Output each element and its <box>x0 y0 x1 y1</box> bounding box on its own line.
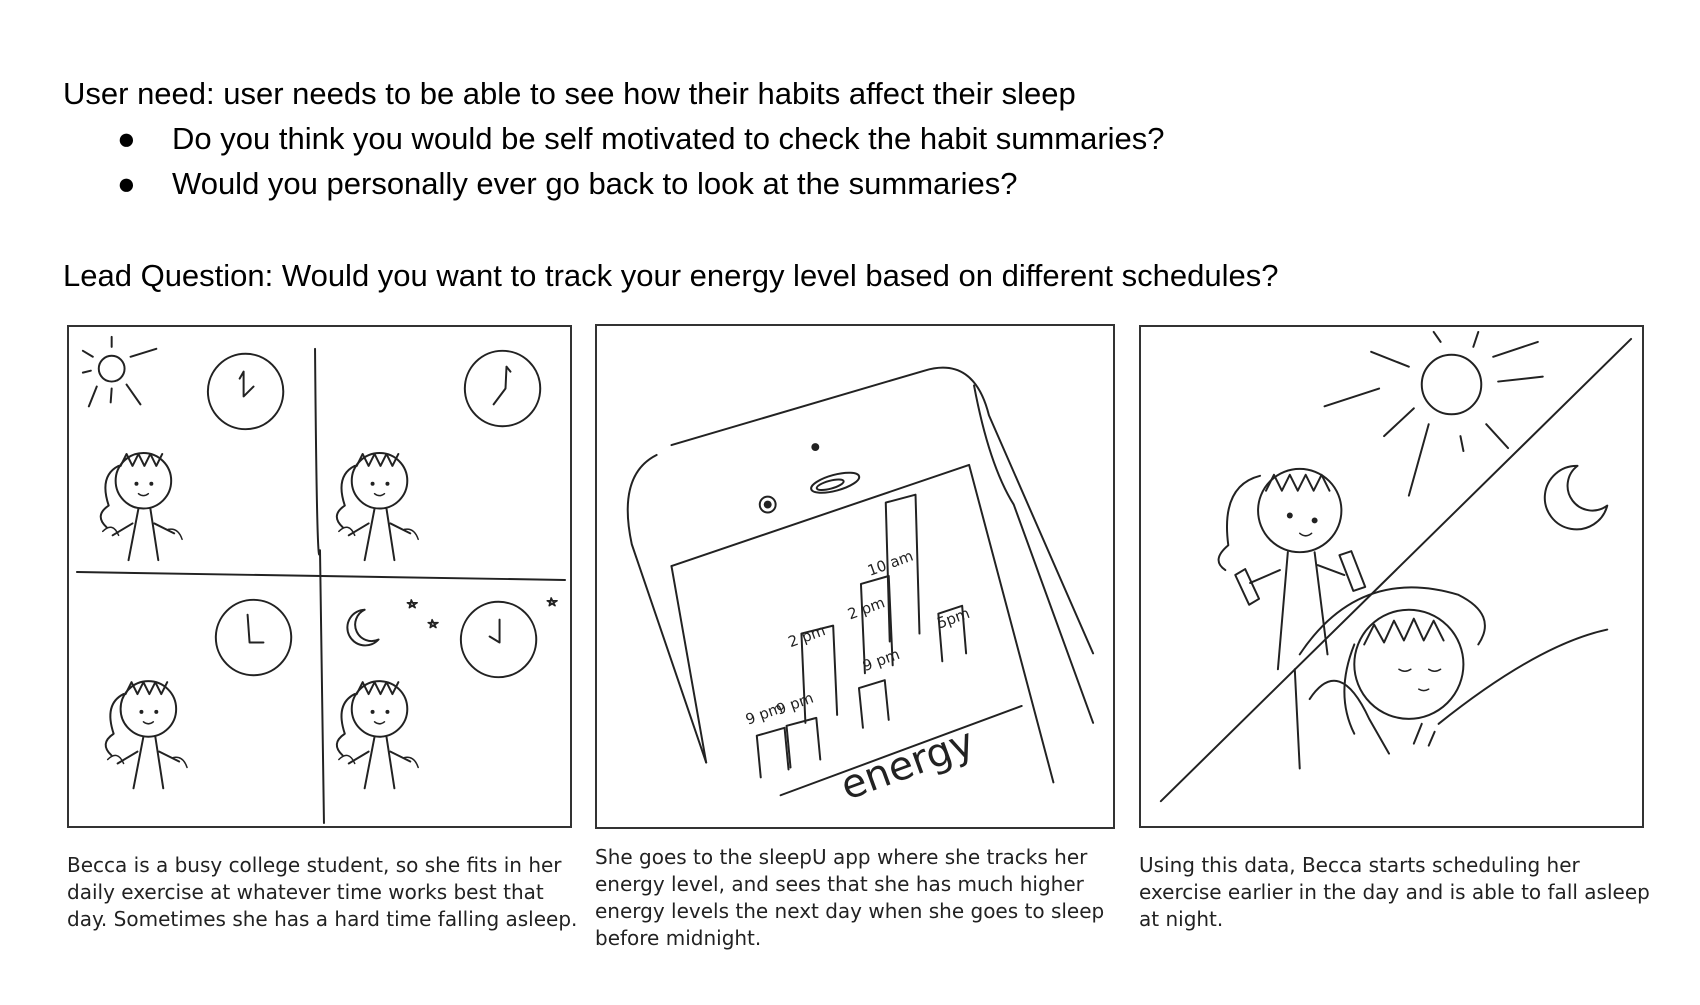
storyboard-panel-1 <box>67 325 572 828</box>
clock-icon <box>463 349 542 428</box>
storyboard-panel-2: 9 pm 9 pm 2 pm 9 pm 2 pm 10 am 5pm energy <box>595 324 1115 829</box>
panel-2-sketch: 9 pm9 pm2 pm9 pm2 pm10 am5pm energy <box>626 366 1095 810</box>
sleeping-girl-figure <box>1293 586 1609 770</box>
energy-bar-label: 10 am <box>865 547 916 580</box>
panel-1-caption: Becca is a busy college student, so she … <box>67 853 578 931</box>
moon-icon <box>1543 464 1609 531</box>
energy-axis-label: energy <box>835 719 981 810</box>
bullet-text: Do you think you would be self motivated… <box>172 121 1165 156</box>
moon-icon <box>346 608 380 647</box>
sun-icon <box>1323 330 1544 497</box>
energy-bar <box>755 726 790 779</box>
lead-question-text: Lead Question: Would you want to track y… <box>63 258 1279 293</box>
girl-figure <box>335 451 419 562</box>
girl-figure <box>1217 467 1367 671</box>
energy-bar <box>857 679 890 729</box>
energy-bar-label: 9 pm <box>860 645 902 675</box>
user-need-text: User need: user needs to be able to see … <box>63 76 1076 111</box>
girl-figure <box>99 451 183 562</box>
energy-bar-label: 9 pm <box>774 689 816 719</box>
panel-3-sketch <box>1159 330 1633 803</box>
storyboard-panel-3 <box>1139 325 1644 828</box>
energy-bar <box>785 716 822 769</box>
diagonal-divider <box>1159 337 1633 803</box>
bullet-dot: ● <box>117 166 136 201</box>
quadrant-divider-vertical <box>314 347 325 825</box>
energy-bar-label: 2 pm <box>845 593 887 623</box>
clock-icon <box>206 352 285 431</box>
bullet-text: Would you personally ever go back to loo… <box>172 166 1018 201</box>
energy-bar-label: 2 pm <box>786 621 828 651</box>
clock-icon <box>214 598 293 677</box>
clock-icon <box>459 600 538 679</box>
star-icon <box>427 618 439 629</box>
panel-1-sketch <box>75 335 567 825</box>
phone-camera <box>811 443 820 452</box>
star-icon <box>546 597 558 607</box>
sun-icon <box>81 335 158 408</box>
bullet-dot: ● <box>117 121 136 156</box>
phone-outline <box>626 453 708 764</box>
girl-figure <box>335 680 419 790</box>
girl-figure <box>104 680 188 790</box>
panel-2-caption: She goes to the sleepU app where she tra… <box>595 845 1105 950</box>
panel-3-caption: Using this data, Becca starts scheduling… <box>1139 853 1650 931</box>
phone-speaker <box>810 471 861 494</box>
star-icon <box>406 599 418 609</box>
energy-bar-label: 5pm <box>935 604 973 632</box>
